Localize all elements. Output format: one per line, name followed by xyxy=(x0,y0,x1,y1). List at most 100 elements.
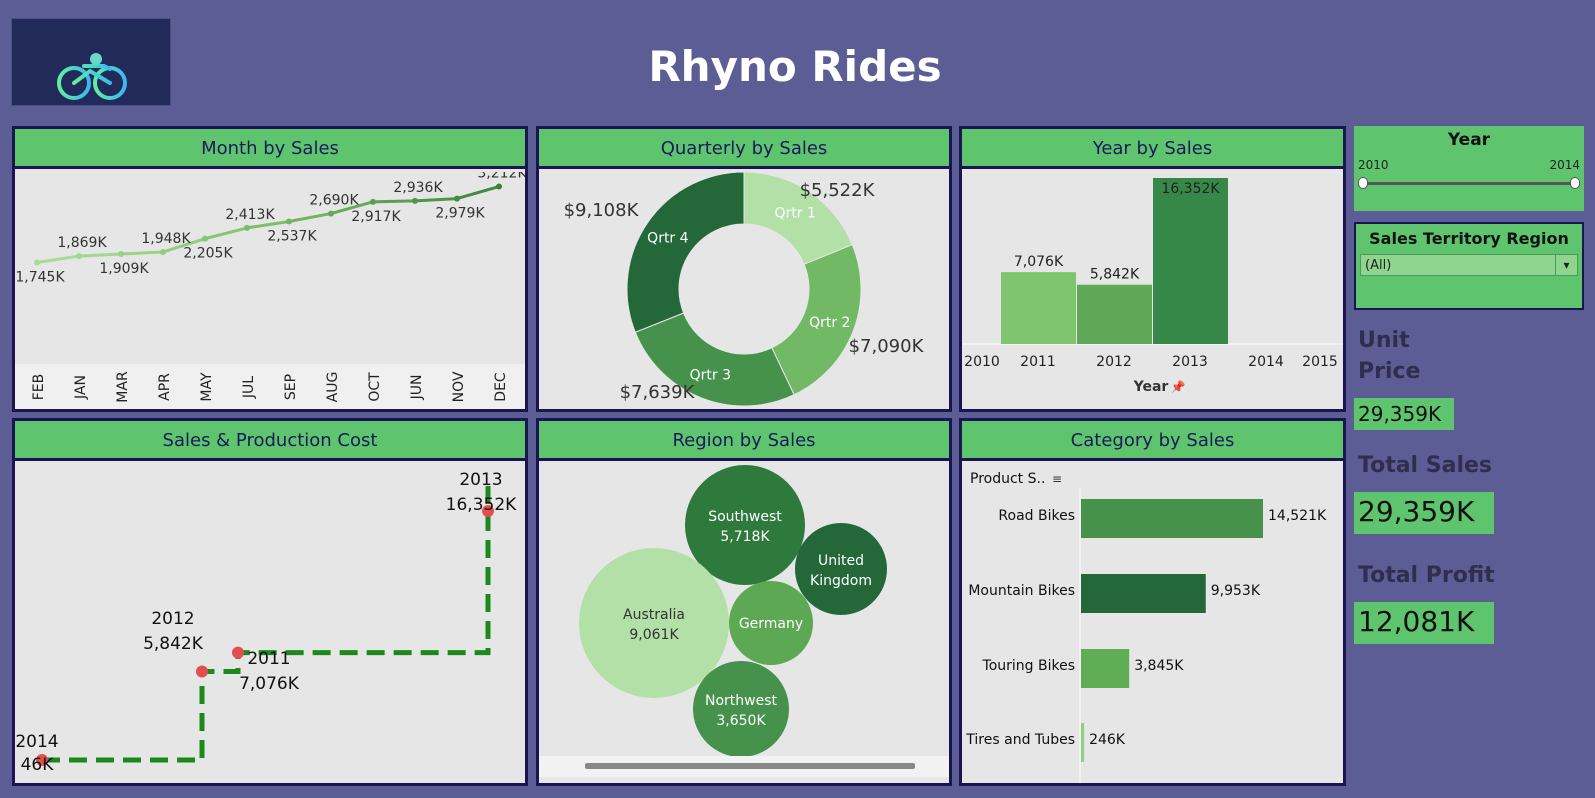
column-header-label: Product S.. xyxy=(970,471,1045,487)
x-tick-label: 2014 xyxy=(1248,354,1284,370)
category-label: Road Bikes xyxy=(998,508,1075,524)
x-tick-label: JUL xyxy=(241,376,257,399)
data-label: 1,869K xyxy=(57,235,107,251)
region-filter-title: Sales Territory Region xyxy=(1369,229,1569,248)
value-label: $9,108K xyxy=(564,200,640,221)
panel-title: Month by Sales xyxy=(15,129,525,169)
point-value-label: 7,076K xyxy=(239,674,300,694)
data-label: 2,917K xyxy=(351,209,401,225)
bar-value-label: 3,845K xyxy=(1134,658,1184,674)
value-label: $5,522K xyxy=(800,180,876,201)
value-label: $7,090K xyxy=(849,336,925,357)
chevron-down-icon[interactable]: ▾ xyxy=(1555,255,1577,275)
scrollbar-thumb xyxy=(585,763,915,769)
bar xyxy=(1081,723,1085,762)
data-point xyxy=(34,259,40,266)
year-slider-track[interactable] xyxy=(1362,182,1576,185)
x-tick-label: MAR xyxy=(115,371,131,403)
unit-price-value: 29,359K xyxy=(1354,398,1454,430)
bar-value-label: 16,352K xyxy=(1161,181,1220,197)
x-tick-label: SEP xyxy=(283,374,299,400)
point-year-label: 2014 xyxy=(15,732,58,752)
category-label: Tires and Tubes xyxy=(965,732,1075,748)
slice-label: Qrtr 1 xyxy=(775,206,816,222)
month-sales-panel: Month by Sales 1,745K FEB 1,869K JAN 1,909K M… xyxy=(12,126,528,412)
data-point xyxy=(496,183,502,190)
bar-value-label: 7,076K xyxy=(1014,254,1064,270)
bubble-value-label: 9,061K xyxy=(629,627,679,643)
year-slider-max-handle[interactable] xyxy=(1570,177,1580,189)
line-segment xyxy=(414,197,458,203)
x-axis-title: Year xyxy=(1133,379,1169,395)
bubble-name-label: Southwest xyxy=(708,509,782,525)
x-tick-label: 2010 xyxy=(964,354,1000,370)
data-point xyxy=(244,224,250,231)
line-segment xyxy=(288,212,332,223)
data-label: 2,413K xyxy=(225,207,275,223)
line-segment xyxy=(204,226,248,241)
bar-value-label: 14,521K xyxy=(1268,508,1327,524)
x-tick-label: 2015 xyxy=(1302,354,1338,370)
region-dropdown[interactable]: (All) ▾ xyxy=(1360,254,1578,276)
region-bubble-chart: Southwest 5,718K United Kingdom Germany Austr… xyxy=(539,465,949,777)
point-year-label: 2013 xyxy=(459,470,502,490)
bar xyxy=(1081,649,1130,688)
value-label: $7,639K xyxy=(620,382,696,403)
x-tick-label: NOV xyxy=(451,371,467,402)
year-slider-min-handle[interactable] xyxy=(1358,177,1368,189)
data-label: 2,979K xyxy=(435,206,485,222)
x-tick-label: JAN xyxy=(73,375,89,400)
bar xyxy=(1077,284,1152,344)
bubble-value-label: 3,650K xyxy=(716,713,766,729)
region-filter: Sales Territory Region (All) ▾ xyxy=(1354,222,1584,310)
line-segment xyxy=(456,185,500,201)
data-label: 2,537K xyxy=(267,228,317,244)
slice-label: Qrtr 2 xyxy=(809,315,850,331)
bubble-name-label: Kingdom xyxy=(810,573,872,589)
x-tick-label: MAY xyxy=(199,372,215,402)
data-label: 2,205K xyxy=(183,246,233,262)
unit-price-label-2: Price xyxy=(1358,359,1421,384)
bubble-name-label: Germany xyxy=(739,616,803,632)
quarter-donut-chart: Qrtr 1 Qrtr 2 Qrtr 3 Qrtr 4 $5,522K $7,090K $7… xyxy=(564,172,925,407)
x-tick-label: FEB xyxy=(31,374,47,401)
dashboard-title: Rhyno Rides xyxy=(648,42,942,91)
region-bubble xyxy=(579,548,729,698)
region-dropdown-value: (All) xyxy=(1365,258,1392,273)
category-bar-chart: Product S.. ≡ Road Bikes 14,521K Mountain Bi… xyxy=(965,471,1327,783)
sort-icon: ≡ xyxy=(1052,472,1062,486)
year-sales-panel: Year by Sales 2010 7,076K 2011 5,842K 2012 16… xyxy=(959,126,1346,412)
bar-value-label: 9,953K xyxy=(1211,583,1261,599)
category-label: Touring Bikes xyxy=(982,658,1075,674)
pie-slice xyxy=(626,172,745,333)
point-year-label: 2012 xyxy=(151,609,194,629)
bar-value-label: 246K xyxy=(1089,732,1126,748)
panel-title: Quarterly by Sales xyxy=(539,129,949,169)
data-point xyxy=(76,253,82,260)
point-value-label: 46K xyxy=(21,755,55,775)
data-point xyxy=(196,665,208,678)
data-point xyxy=(412,197,418,204)
bar-value-label: 5,842K xyxy=(1090,267,1140,283)
data-label: 1,909K xyxy=(99,261,149,277)
bicycle-icon xyxy=(57,53,127,100)
total-sales-label: Total Sales xyxy=(1358,453,1493,478)
unit-price-label: Unit xyxy=(1358,328,1410,353)
x-tick-label: 2012 xyxy=(1096,354,1132,370)
region-bubble xyxy=(693,661,789,757)
data-label: 2,690K xyxy=(309,193,359,209)
bar xyxy=(1001,272,1076,344)
x-tick-label: DEC xyxy=(493,372,509,402)
data-point xyxy=(118,251,124,258)
data-point xyxy=(370,198,376,205)
category-sales-panel: Category by Sales Product S.. ≡ Road Bikes… xyxy=(959,418,1346,786)
total-profit-label: Total Profit xyxy=(1358,563,1495,588)
data-label: 3,212K xyxy=(477,172,525,182)
data-label: 2,936K xyxy=(393,180,443,196)
total-sales-value: 29,359K xyxy=(1354,492,1494,534)
data-point xyxy=(232,646,244,659)
year-bar-chart: 2010 7,076K 2011 5,842K 2012 16,352K 2013 2014 2… xyxy=(962,178,1343,395)
x-axis-band xyxy=(15,364,525,409)
x-tick-label: APR xyxy=(157,373,173,401)
x-tick-label: OCT xyxy=(367,372,383,402)
